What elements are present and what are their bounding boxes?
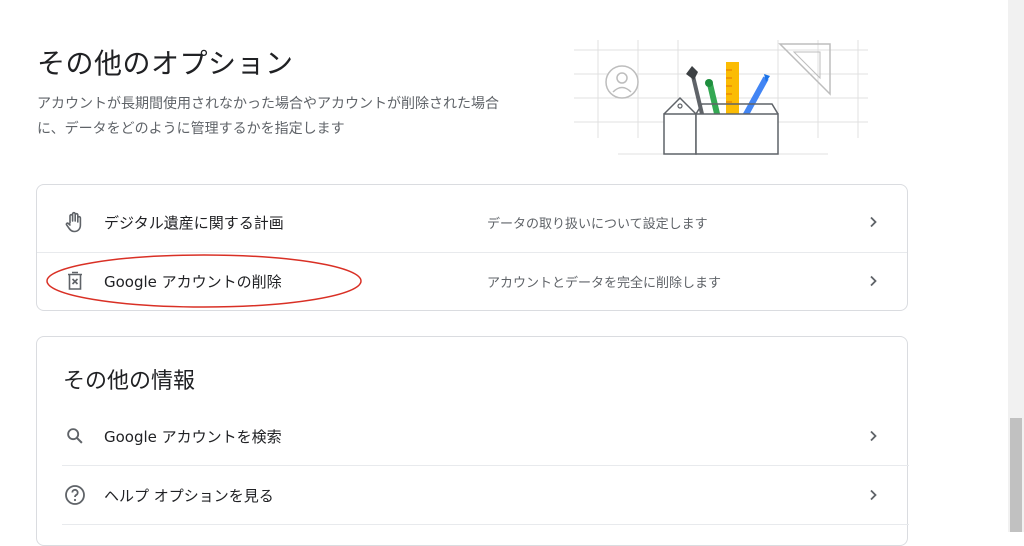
find-account-label: Google アカウントを検索	[104, 427, 282, 446]
digital-legacy-label: デジタル遺産に関する計画	[104, 213, 284, 232]
search-icon	[62, 423, 88, 449]
page-description: アカウントが長期間使用されなかった場合やアカウントが削除された場合に、データをど…	[37, 96, 499, 137]
info-section-title: その他の情報	[63, 369, 196, 394]
vertical-scrollbar[interactable]	[1008, 0, 1024, 532]
delete-account-icon	[62, 268, 88, 294]
digital-legacy-row[interactable]: デジタル遺産に関する計画 データの取り扱いについて設定します	[37, 193, 907, 251]
scrollbar-thumb[interactable]	[1010, 418, 1022, 532]
chevron-right-icon	[865, 273, 881, 289]
delete-account-label: Google アカウントの削除	[104, 272, 282, 291]
help-options-row[interactable]: ヘルプ オプションを見る	[37, 466, 907, 524]
hand-icon	[62, 209, 88, 235]
options-card: デジタル遺産に関する計画 データの取り扱いについて設定します Google アカ…	[36, 184, 908, 311]
info-card: その他の情報 Google アカウントを検索 ヘルプ オプションを見る	[36, 336, 909, 546]
main-content: その他のオプション アカウントが長期間使用されなかった場合やアカウントが削除され…	[0, 0, 1008, 546]
digital-legacy-detail: データの取り扱いについて設定します	[487, 216, 708, 232]
chevron-right-icon	[865, 428, 881, 444]
help-circle-icon	[62, 482, 88, 508]
chevron-right-icon	[865, 487, 881, 503]
divider	[62, 524, 909, 525]
find-account-row[interactable]: Google アカウントを検索	[37, 407, 907, 465]
delete-account-detail: アカウントとデータを完全に削除します	[487, 275, 722, 291]
help-options-label: ヘルプ オプションを見る	[104, 486, 274, 505]
toolbox-illustration	[574, 40, 868, 155]
chevron-right-icon	[865, 214, 881, 230]
page-title: その他のオプション	[37, 47, 294, 80]
delete-account-row[interactable]: Google アカウントの削除 アカウントとデータを完全に削除します	[37, 252, 907, 310]
